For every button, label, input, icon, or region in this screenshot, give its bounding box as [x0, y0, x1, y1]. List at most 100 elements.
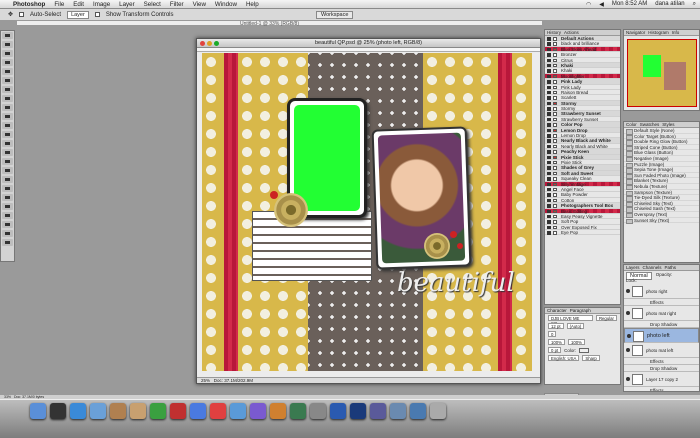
action-toggle-icon[interactable] — [547, 80, 551, 84]
action-toggle-icon[interactable] — [547, 187, 551, 192]
magic-wand-tool[interactable] — [2, 59, 13, 66]
action-toggle-icon[interactable] — [547, 160, 551, 165]
action-toggle-icon[interactable] — [547, 128, 551, 133]
eye-icon[interactable] — [626, 311, 630, 315]
menu-file[interactable]: File — [54, 1, 64, 8]
action-toggle-icon[interactable] — [547, 214, 551, 219]
navigator-thumbnail[interactable] — [627, 39, 697, 107]
dialog-toggle-icon[interactable] — [553, 128, 557, 133]
menu-help[interactable]: Help — [246, 1, 259, 8]
action-toggle-icon[interactable] — [547, 47, 551, 52]
dashboard-icon[interactable] — [50, 403, 66, 419]
action-toggle-icon[interactable] — [547, 155, 551, 160]
finder-icon[interactable] — [30, 403, 46, 419]
crop-tool[interactable] — [2, 68, 13, 75]
action-toggle-icon[interactable] — [547, 166, 551, 170]
font-style-field[interactable]: Regular — [595, 315, 617, 321]
dialog-toggle-icon[interactable] — [553, 53, 557, 57]
action-toggle-icon[interactable] — [547, 96, 551, 100]
eye-icon[interactable] — [626, 377, 630, 381]
dialog-toggle-icon[interactable] — [553, 231, 557, 235]
background-doc-title[interactable]: Untitled-1 @ 33% (RGB/8) — [240, 21, 299, 27]
dialog-toggle-icon[interactable] — [553, 80, 557, 84]
action-toggle-icon[interactable] — [547, 90, 551, 95]
workspace-button[interactable]: Workspace — [316, 11, 354, 19]
minimize-button[interactable] — [207, 41, 212, 46]
style-item[interactable]: Sunset Sky (Text) — [624, 218, 699, 224]
dialog-toggle-icon[interactable] — [553, 139, 557, 143]
scrapbook-canvas[interactable]: beautiful — [202, 53, 532, 371]
trash-icon[interactable] — [430, 403, 446, 419]
ichat-icon[interactable] — [150, 403, 166, 419]
text-color-swatch[interactable] — [579, 347, 590, 353]
layer-effect[interactable]: Effects — [624, 387, 699, 391]
preview-icon[interactable] — [130, 403, 146, 419]
blur-tool[interactable] — [2, 140, 13, 147]
eraser-tool[interactable] — [2, 122, 13, 129]
action-toggle-icon[interactable] — [547, 63, 551, 68]
mail-icon[interactable] — [90, 403, 106, 419]
action-toggle-icon[interactable] — [547, 101, 551, 106]
action-toggle-icon[interactable] — [547, 198, 551, 203]
action-toggle-icon[interactable] — [547, 139, 551, 143]
zoom-button[interactable] — [214, 41, 219, 46]
action-toggle-icon[interactable] — [547, 85, 551, 90]
dialog-toggle-icon[interactable] — [553, 134, 557, 138]
antialias-dropdown[interactable]: Sharp — [582, 355, 600, 361]
dialog-toggle-icon[interactable] — [553, 177, 557, 181]
action-toggle-icon[interactable] — [547, 107, 551, 111]
tab-actions[interactable]: Actions — [564, 30, 579, 35]
dialog-toggle-icon[interactable] — [553, 193, 557, 197]
close-button[interactable] — [200, 41, 205, 46]
iphoto-icon[interactable] — [230, 403, 246, 419]
dialog-toggle-icon[interactable] — [553, 37, 557, 41]
dialog-toggle-icon[interactable] — [553, 47, 557, 52]
dialog-toggle-icon[interactable] — [553, 63, 557, 68]
app-icon[interactable] — [370, 403, 386, 419]
photoshop-icon[interactable] — [350, 403, 366, 419]
shape-tool[interactable] — [2, 185, 13, 192]
dialog-toggle-icon[interactable] — [553, 107, 557, 111]
baseline-field[interactable]: 0 pt — [548, 347, 562, 353]
menu-layer[interactable]: Layer — [119, 1, 134, 8]
dialog-toggle-icon[interactable] — [553, 150, 557, 154]
menu-filter[interactable]: Filter — [170, 1, 184, 8]
imovie-icon[interactable] — [250, 403, 266, 419]
dialog-toggle-icon[interactable] — [553, 69, 557, 73]
action-toggle-icon[interactable] — [547, 177, 551, 181]
action-toggle-icon[interactable] — [547, 225, 551, 230]
dialog-toggle-icon[interactable] — [553, 204, 557, 208]
dialog-toggle-icon[interactable] — [553, 96, 557, 100]
menu-window[interactable]: Window — [215, 1, 237, 8]
kerning-field[interactable]: 0 — [548, 331, 557, 337]
horizontal-scale-field[interactable]: 100% — [568, 339, 585, 345]
menu-image[interactable]: Image — [93, 1, 110, 8]
downloads-icon[interactable] — [410, 403, 426, 419]
eyedropper-tool[interactable] — [2, 77, 13, 84]
show-transform-checkbox[interactable] — [94, 12, 100, 17]
auto-select-dropdown[interactable]: Layer — [67, 10, 89, 19]
dialog-toggle-icon[interactable] — [553, 117, 557, 122]
dialog-toggle-icon[interactable] — [553, 166, 557, 170]
dodge-tool[interactable] — [2, 149, 13, 156]
action-toggle-icon[interactable] — [547, 117, 551, 122]
action-toggle-icon[interactable] — [547, 231, 551, 235]
dialog-toggle-icon[interactable] — [553, 187, 557, 192]
path-selection-tool[interactable] — [2, 176, 13, 183]
action-toggle-icon[interactable] — [547, 74, 551, 79]
dialog-toggle-icon[interactable] — [553, 198, 557, 203]
doc-zoom[interactable]: 25% — [201, 378, 210, 383]
auto-select-checkbox[interactable] — [19, 12, 25, 17]
action-toggle-icon[interactable] — [547, 171, 551, 176]
history-brush-tool[interactable] — [2, 113, 13, 120]
dialog-toggle-icon[interactable] — [553, 171, 557, 176]
action-toggle-icon[interactable] — [547, 123, 551, 127]
tab-paragraph[interactable]: Paragraph — [570, 308, 591, 313]
quick-mask-button[interactable] — [2, 230, 13, 237]
brush-tool[interactable] — [2, 95, 13, 102]
tab-layers[interactable]: Layers — [626, 265, 640, 270]
dialog-toggle-icon[interactable] — [553, 101, 557, 106]
eye-icon[interactable] — [627, 334, 631, 338]
action-toggle-icon[interactable] — [547, 144, 551, 149]
screen-mode-button[interactable] — [2, 239, 13, 246]
